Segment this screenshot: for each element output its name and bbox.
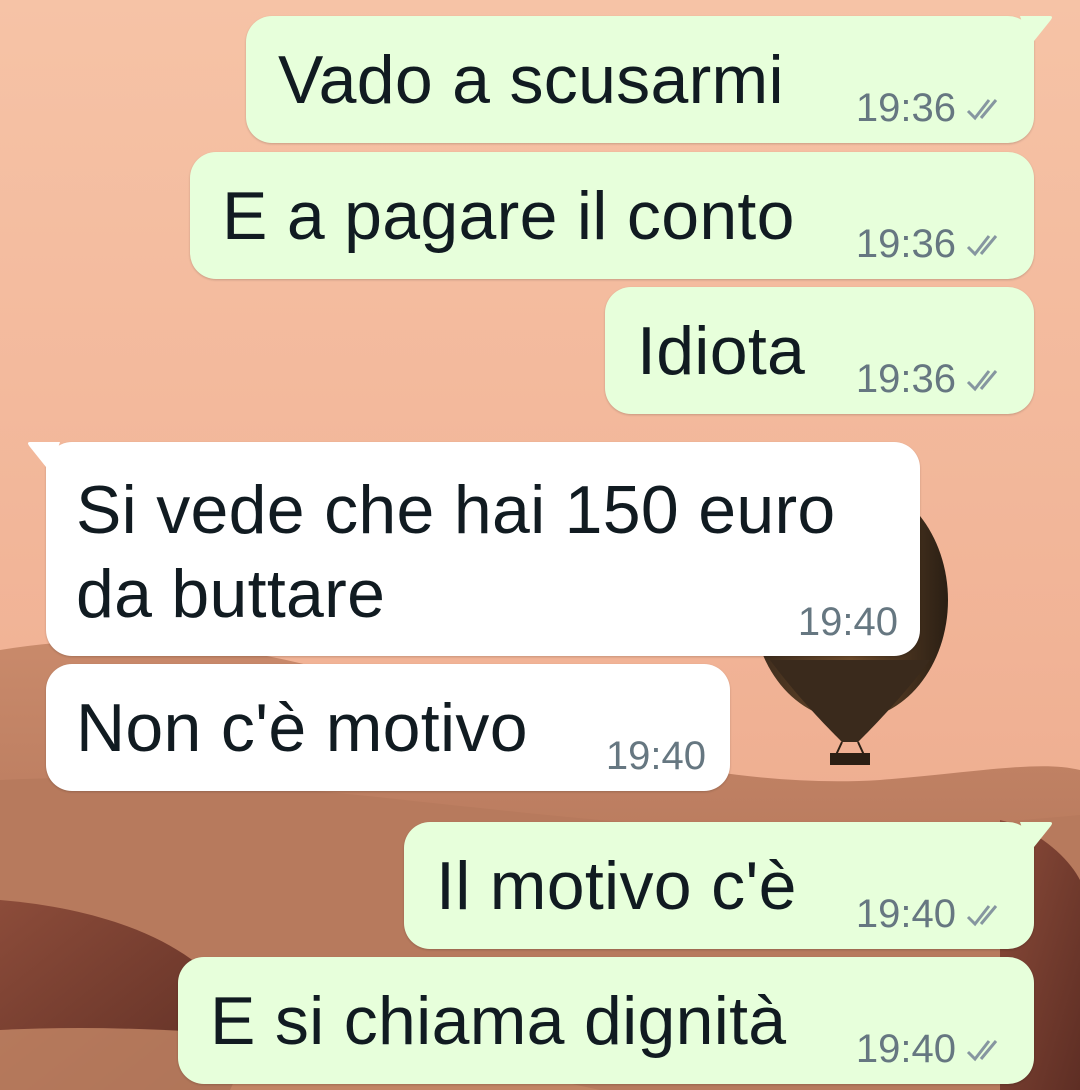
message-text: Non c'è motivo (76, 690, 528, 766)
message-text: Si vede che hai 150 euro da buttare (76, 472, 836, 632)
outgoing-message-bubble[interactable]: Il motivo c'è 19:40 (404, 822, 1052, 949)
double-check-icon (966, 904, 998, 926)
message-text: E a pagare il conto (222, 178, 795, 254)
outgoing-message-bubble[interactable]: E a pagare il conto 19:36 (190, 152, 1034, 279)
message-time: 19:40 (605, 734, 706, 778)
message-meta: 19:36 (856, 357, 1008, 402)
message-text: Vado a scusarmi (278, 42, 784, 118)
message-meta: 19:40 (856, 1027, 1008, 1072)
outgoing-message-bubble[interactable]: E si chiama dignità 19:40 (178, 957, 1034, 1084)
incoming-message-bubble[interactable]: Non c'è motivo 19:40 (46, 664, 730, 791)
message-meta: 19:36 (856, 86, 1008, 131)
message-meta: 19:36 (856, 222, 1008, 267)
message-meta: 19:40 (798, 600, 898, 645)
message-time: 19:36 (855, 222, 956, 266)
bubble-tail-icon (1020, 822, 1052, 852)
bubble-tail-icon (28, 442, 60, 472)
message-time: 19:36 (855, 357, 956, 401)
double-check-icon (966, 98, 998, 120)
chat-messages-list: Vado a scusarmi 19:36 E a pagare il cont… (0, 0, 1080, 1090)
double-check-icon (966, 234, 998, 256)
incoming-message-bubble[interactable]: Si vede che hai 150 euro da buttare 19:4… (28, 442, 920, 656)
message-text: Idiota (637, 313, 806, 389)
message-text: Il motivo c'è (436, 848, 797, 924)
outgoing-message-bubble[interactable]: Vado a scusarmi 19:36 (246, 16, 1052, 143)
double-check-icon (966, 1039, 998, 1061)
message-text: E si chiama dignità (210, 983, 787, 1059)
message-time: 19:40 (855, 1027, 956, 1071)
message-meta: 19:40 (606, 734, 706, 779)
message-time: 19:40 (855, 892, 956, 936)
bubble-tail-icon (1020, 16, 1052, 46)
message-time: 19:40 (797, 600, 898, 644)
message-time: 19:36 (855, 86, 956, 130)
message-meta: 19:40 (856, 892, 1008, 937)
double-check-icon (966, 369, 998, 391)
outgoing-message-bubble[interactable]: Idiota 19:36 (605, 287, 1034, 414)
